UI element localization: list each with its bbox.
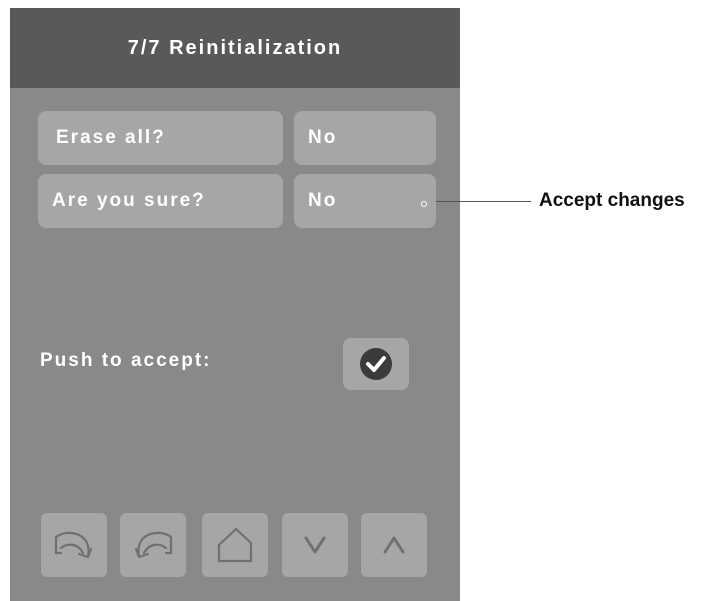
screen-title: 7/7 Reinitialization bbox=[10, 8, 460, 88]
callout-label: Accept changes bbox=[539, 190, 685, 211]
undo-button[interactable] bbox=[41, 513, 107, 577]
are-you-sure-value-button[interactable]: No bbox=[294, 174, 436, 228]
callout-line bbox=[436, 201, 531, 202]
down-button[interactable] bbox=[282, 513, 348, 577]
chevron-down-icon bbox=[304, 536, 326, 554]
chevron-up-icon bbox=[383, 536, 405, 554]
checkmark-icon bbox=[360, 348, 392, 380]
are-you-sure-label: Are you sure? bbox=[38, 174, 283, 228]
erase-all-value: No bbox=[308, 127, 338, 148]
home-button[interactable] bbox=[202, 513, 268, 577]
erase-all-label: Erase all? bbox=[38, 111, 283, 165]
redo-icon bbox=[134, 531, 173, 559]
thermostat-screen: 7/7 Reinitialization Erase all? No Are y… bbox=[10, 8, 460, 601]
are-you-sure-value: No bbox=[308, 190, 338, 211]
erase-all-value-button[interactable]: No bbox=[294, 111, 436, 165]
accept-button[interactable] bbox=[343, 338, 409, 390]
callout-anchor-dot bbox=[421, 201, 427, 207]
up-button[interactable] bbox=[361, 513, 427, 577]
redo-button[interactable] bbox=[120, 513, 186, 577]
undo-icon bbox=[54, 531, 93, 559]
home-icon bbox=[217, 527, 253, 563]
push-to-accept-label: Push to accept: bbox=[40, 350, 212, 371]
